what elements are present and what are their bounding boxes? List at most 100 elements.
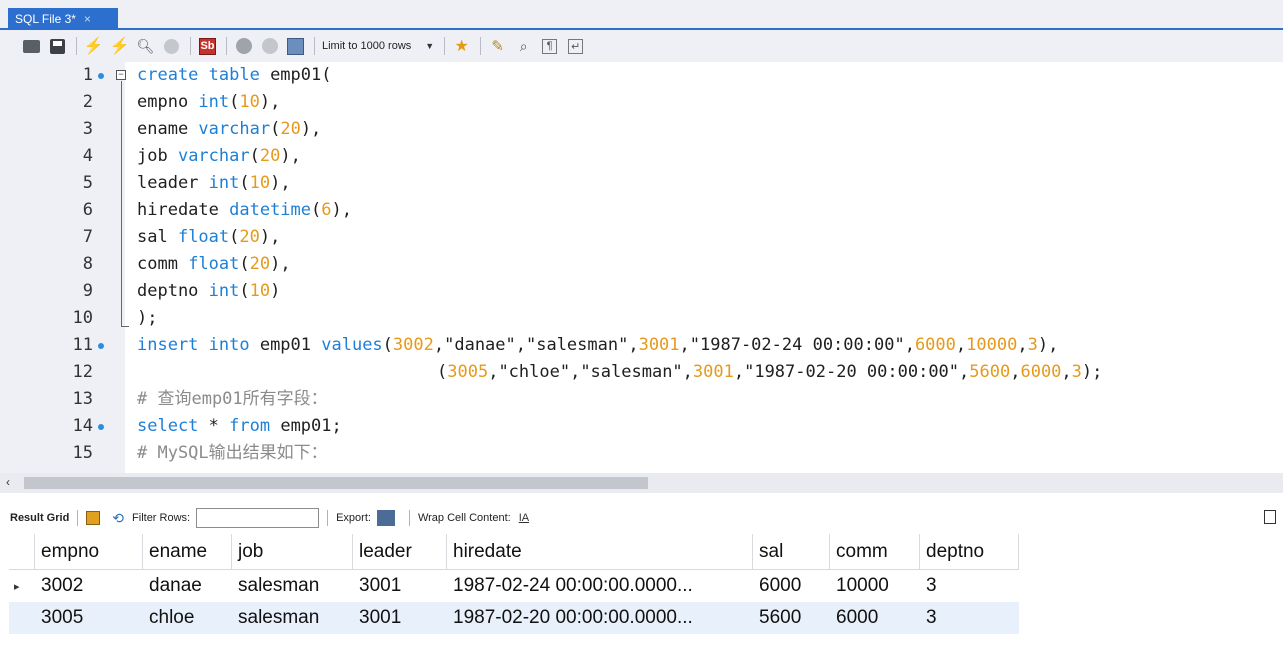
toolbar-separator	[444, 37, 446, 55]
open-folder-icon[interactable]	[22, 37, 41, 56]
filter-rows-input[interactable]	[196, 508, 320, 528]
code-text: empno int(10),	[137, 92, 281, 112]
code-text: leader int(10),	[137, 173, 291, 193]
code-text: ename varchar(20),	[137, 119, 322, 139]
filter-rows-label: Filter Rows:	[132, 512, 191, 524]
editor-horizontal-scrollbar[interactable]: ‹	[0, 473, 1283, 493]
column-header-ename[interactable]: ename	[143, 534, 232, 570]
code-line: 1 − create table emp01(	[0, 62, 1283, 89]
code-text: sal float(20),	[137, 227, 281, 247]
find-icon[interactable]: ⌕	[514, 37, 533, 56]
line-number: 4	[82, 146, 93, 166]
chevron-down-icon[interactable]: ▼	[425, 41, 434, 51]
code-comment: # 查询emp01所有字段：	[137, 389, 328, 409]
table-cell[interactable]: 5600	[753, 602, 830, 634]
table-cell[interactable]: 3001	[353, 602, 447, 634]
grid-view-icon[interactable]	[86, 511, 101, 525]
toolbar-separator	[408, 510, 410, 526]
save-icon[interactable]	[48, 37, 67, 56]
result-grid-tab[interactable]: Result Grid	[10, 512, 69, 524]
code-line: 4 job varchar(20),	[0, 143, 1283, 170]
fold-toggle-icon[interactable]: −	[116, 70, 126, 80]
stop-icon[interactable]	[162, 37, 181, 56]
table-cell[interactable]: 3001	[353, 570, 447, 602]
table-cell[interactable]: 6000	[830, 602, 920, 634]
table-cell[interactable]: 6000	[753, 570, 830, 602]
row-pointer-icon[interactable]: ▸	[9, 570, 35, 602]
table-cell[interactable]: 3	[920, 570, 1019, 602]
table-cell[interactable]: 1987-02-20 00:00:00.0000...	[447, 602, 753, 634]
export-icon[interactable]	[376, 510, 395, 526]
invisible-chars-icon[interactable]: ¶	[540, 37, 559, 56]
row-selector[interactable]	[9, 602, 35, 634]
rollback-icon[interactable]	[260, 37, 279, 56]
column-header-job[interactable]: job	[232, 534, 353, 570]
toggle-panel-icon[interactable]	[1264, 510, 1276, 524]
code-line: 8 comm float(20),	[0, 251, 1283, 278]
beautify-icon[interactable]: ✎	[488, 37, 507, 56]
line-number: 5	[82, 173, 93, 193]
column-header-leader[interactable]: leader	[353, 534, 447, 570]
table-cell[interactable]: danae	[143, 570, 232, 602]
table-cell[interactable]: 3002	[35, 570, 143, 602]
line-number: 2	[82, 92, 93, 112]
table-cell[interactable]: salesman	[232, 602, 353, 634]
refresh-icon[interactable]: ⟲	[112, 510, 124, 527]
table-cell[interactable]: 10000	[830, 570, 920, 602]
code-text: (3005,"chloe","salesman",3001,"1987-02-2…	[437, 362, 1103, 382]
tab-title: SQL File 3*	[15, 11, 76, 26]
table-row[interactable]: ▸ 3002 danae salesman 3001 1987-02-24 00…	[9, 570, 1019, 602]
column-header-hiredate[interactable]: hiredate	[447, 534, 753, 570]
line-number: 13	[72, 389, 93, 409]
scroll-left-icon[interactable]: ‹	[6, 475, 10, 489]
close-icon[interactable]: ×	[84, 12, 91, 26]
wrap-cell-icon[interactable]: IA	[519, 512, 529, 524]
code-comment: # MySQL输出结果如下：	[137, 443, 328, 463]
line-number: 8	[82, 254, 93, 274]
execute-icon[interactable]: ⚡	[84, 37, 104, 56]
table-row[interactable]: 3005 chloe salesman 3001 1987-02-20 00:0…	[9, 602, 1019, 634]
toolbar-separator	[77, 510, 79, 526]
tab-sql-file[interactable]: SQL File 3* ×	[8, 8, 118, 29]
scrollbar-thumb[interactable]	[24, 477, 648, 489]
statement-marker-icon	[98, 343, 104, 349]
code-text: select * from emp01;	[137, 416, 342, 436]
table-cell[interactable]: chloe	[143, 602, 232, 634]
row-selector-header	[9, 534, 35, 570]
toolbar-separator	[480, 37, 482, 55]
wrap-lines-icon[interactable]: ↵	[566, 37, 585, 56]
result-toolbar: Result Grid ⟲ Filter Rows: Export: Wrap …	[0, 503, 1283, 533]
column-header-deptno[interactable]: deptno	[920, 534, 1019, 570]
wrap-cell-label: Wrap Cell Content:	[417, 512, 511, 524]
autocommit-icon[interactable]	[286, 37, 305, 56]
column-header-sal[interactable]: sal	[753, 534, 830, 570]
add-snippet-icon[interactable]: ★	[452, 37, 471, 56]
code-text: comm float(20),	[137, 254, 291, 274]
toggle-output-icon[interactable]: Sb	[198, 37, 217, 56]
line-number: 1	[82, 65, 93, 85]
explain-icon[interactable]: 🔍︎	[136, 37, 155, 56]
toolbar-separator	[327, 510, 329, 526]
toolbar-separator	[314, 37, 315, 55]
sql-editor[interactable]: 1 − create table emp01( 2 empno int(10),…	[0, 62, 1283, 473]
limit-rows-select[interactable]: Limit to 1000 rows	[322, 40, 411, 52]
column-header-comm[interactable]: comm	[830, 534, 920, 570]
line-number: 11	[72, 335, 93, 355]
table-cell[interactable]: 1987-02-24 00:00:00.0000...	[447, 570, 753, 602]
table-cell[interactable]: 3	[920, 602, 1019, 634]
table-cell[interactable]: 3005	[35, 602, 143, 634]
line-number: 6	[82, 200, 93, 220]
table-cell[interactable]: salesman	[232, 570, 353, 602]
execute-current-icon[interactable]: ⚡	[110, 37, 130, 56]
line-number: 10	[72, 308, 93, 328]
column-header-empno[interactable]: empno	[35, 534, 143, 570]
code-line: 14 select * from emp01;	[0, 413, 1283, 440]
code-line: 11 insert into emp01 values(3002,"danae"…	[0, 332, 1283, 359]
code-text: job varchar(20),	[137, 146, 301, 166]
grid-header-row: empno ename job leader hiredate sal comm…	[9, 534, 1019, 570]
commit-icon[interactable]	[234, 37, 253, 56]
toolbar-separator	[190, 37, 191, 55]
statement-marker-icon	[98, 424, 104, 430]
code-line: 9 deptno int(10)	[0, 278, 1283, 305]
code-line: 10 );	[0, 305, 1283, 332]
